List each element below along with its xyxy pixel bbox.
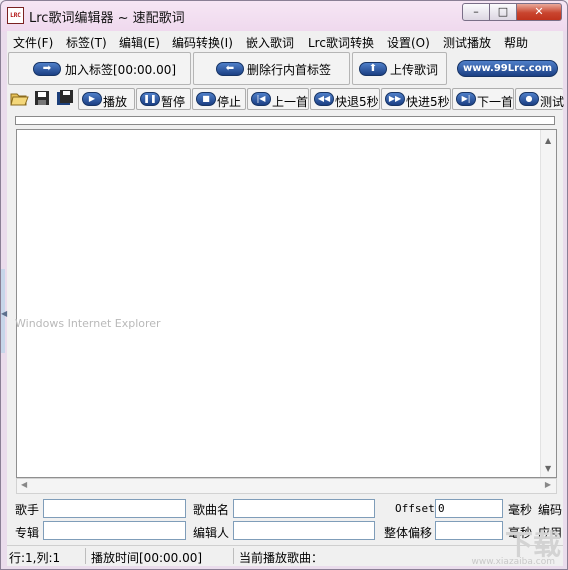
menu-encoding[interactable]: 编码转换(I) [172,34,233,51]
site-link[interactable]: www.99Lrc.com [457,60,558,77]
background-ghost-text: Windows Internet Explorer [15,317,161,330]
status-divider [85,548,86,564]
timeline-ruler[interactable] [15,116,555,125]
artist-field[interactable] [43,499,186,518]
pause-label: 暂停 [161,95,186,109]
encoding-label[interactable]: 编码 [538,501,562,518]
arrow-left-icon: ⬅ [216,62,244,76]
pause-icon: ❚❚ [140,92,160,106]
offset-field[interactable] [435,499,503,518]
record-icon: ● [519,92,539,106]
current-song: 当前播放歌曲： [239,551,324,565]
upload-lyrics-button[interactable]: ⬆ 上传歌词 [352,52,447,85]
vertical-scrollbar[interactable]: ▲ ▼ [540,130,556,477]
scroll-left-icon[interactable]: ◀ [21,480,27,489]
delete-tag-button[interactable]: ⬅ 删除行内首标签 [193,52,350,85]
menu-embed-lyrics[interactable]: 嵌入歌词 [246,34,294,51]
menu-edit[interactable]: 编辑(E) [119,34,160,51]
offset-label: Offset [395,502,435,515]
ms-label: 毫秒 [508,503,533,517]
menu-test-play[interactable]: 测试播放 [443,34,491,51]
window-title: Lrc歌词编辑器 ~ 速配歌词 [29,11,185,26]
horizontal-scrollbar[interactable]: ◀ ▶ [16,478,557,494]
pause-button[interactable]: ❚❚ 暂停 [136,88,191,110]
arrow-up-icon: ⬆ [359,62,387,76]
rewind-icon: ◀◀ [314,92,334,106]
tag-bar: ➡ 加入标签[00:00.00] ⬅ 删除行内首标签 ⬆ 上传歌词 www.99… [7,52,563,86]
menu-file[interactable]: 文件(F) [13,34,53,51]
add-tag-label: 加入标签[00:00.00] [65,63,177,77]
scroll-down-icon[interactable]: ▼ [545,464,551,473]
fast-forward-button[interactable]: ▶▶ 快进5秒 [381,88,451,110]
player-toolbar: ▶ 播放 ❚❚ 暂停 ■ 停止 |◀ 上一首 ◀◀ 快退5秒 ▶▶ 快进5秒 ▶… [7,88,565,112]
editor-field[interactable] [233,521,375,540]
app-window: LRC Lrc歌词编辑器 ~ 速配歌词 – □ ✕ 文件(F) 标签(T) 编辑… [0,0,568,570]
play-label: 播放 [103,95,128,109]
skip-back-icon: |◀ [251,92,271,106]
lyrics-editor[interactable]: Windows Internet Explorer ▲ ▼ [15,129,557,478]
delete-tag-label: 删除行内首标签 [247,63,332,77]
menu-bar: 文件(F) 标签(T) 编辑(E) 编码转换(I) 嵌入歌词 Lrc歌词转换 设… [7,31,563,51]
menu-tag[interactable]: 标签(T) [66,34,107,51]
next-track-button[interactable]: ▶| 下一首 [452,88,514,110]
title-bar[interactable]: LRC Lrc歌词编辑器 ~ 速配歌词 – □ ✕ [1,1,567,31]
save-icon[interactable] [32,88,54,110]
next-track-label: 下一首 [477,95,514,109]
menu-settings[interactable]: 设置(O) [387,34,430,51]
prev-track-label: 上一首 [272,95,309,109]
client-area: 文件(F) 标签(T) 编辑(E) 编码转换(I) 嵌入歌词 Lrc歌词转换 设… [1,31,565,566]
artist-label: 歌手 [15,503,40,517]
rewind-button[interactable]: ◀◀ 快退5秒 [310,88,380,110]
upload-lyrics-label: 上传歌词 [390,63,439,77]
side-arrow-icon: ◀ [1,309,8,318]
test-button[interactable]: ● 测试 [515,88,565,110]
editor-label: 编辑人 [193,526,230,540]
app-icon: LRC [7,7,24,24]
test-label: 测试 [540,95,565,109]
status-divider [233,548,234,564]
minimize-button[interactable]: – [462,3,490,21]
rewind-label: 快退5秒 [335,95,379,109]
cursor-position: 行:1,列:1 [9,551,61,565]
watermark-url: www.xiazaiba.com [471,557,555,567]
play-button[interactable]: ▶ 播放 [78,88,135,110]
global-shift-label: 整体偏移 [384,526,433,540]
stop-button[interactable]: ■ 停止 [192,88,246,110]
save-as-icon[interactable] [55,88,77,110]
song-title-label: 歌曲名 [193,503,230,517]
menu-help[interactable]: 帮助 [504,34,528,51]
menu-lrc-convert[interactable]: Lrc歌词转换 [308,34,374,51]
fast-forward-label: 快进5秒 [406,95,450,109]
stop-label: 停止 [217,95,242,109]
album-field[interactable] [43,521,186,540]
maximize-button[interactable]: □ [490,3,517,21]
close-button[interactable]: ✕ [517,3,562,21]
scroll-right-icon[interactable]: ▶ [545,480,551,489]
skip-forward-icon: ▶| [456,92,476,106]
song-title-field[interactable] [233,499,375,518]
scroll-up-icon[interactable]: ▲ [545,136,551,145]
prev-track-button[interactable]: |◀ 上一首 [247,88,309,110]
stop-icon: ■ [196,92,216,106]
arrow-right-icon: ➡ [33,62,61,76]
play-icon: ▶ [82,92,102,106]
fast-forward-icon: ▶▶ [385,92,405,106]
open-folder-icon[interactable] [9,88,31,110]
add-tag-button[interactable]: ➡ 加入标签[00:00.00] [8,52,191,85]
album-label: 专辑 [15,526,40,540]
play-time: 播放时间[00:00.00] [91,551,203,565]
